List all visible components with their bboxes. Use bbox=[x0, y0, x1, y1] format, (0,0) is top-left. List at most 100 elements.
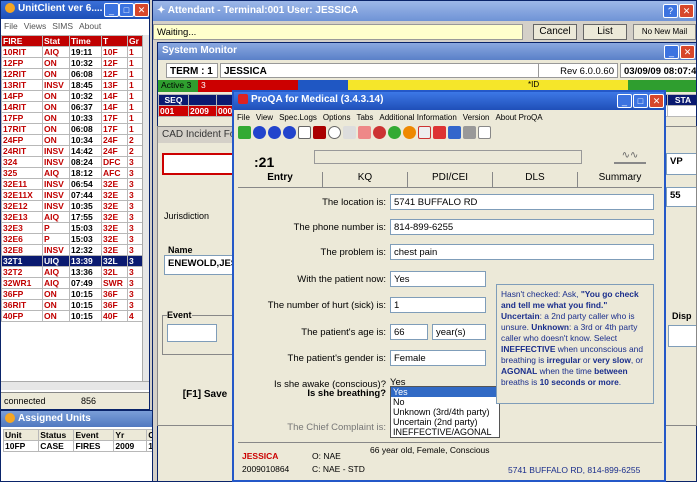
cad-titlebar[interactable]: CAD Incident For bbox=[158, 127, 238, 143]
table-row[interactable]: 17FP ON 10:33 17F 1 bbox=[1, 112, 143, 124]
column-header[interactable]: Stat bbox=[42, 35, 70, 47]
table-row[interactable]: 324 INSV 08:24 DFC 3 bbox=[1, 156, 143, 168]
table-row[interactable]: 32E13 AIQ 17:55 32E 3 bbox=[1, 211, 143, 223]
menu-options[interactable]: Options bbox=[323, 113, 351, 122]
column-header[interactable]: FIRE bbox=[1, 35, 43, 47]
attendant-titlebar[interactable]: ✦ Attendant - Terminal:001 User: JESSICA bbox=[153, 1, 696, 21]
column-header[interactable]: Yr bbox=[113, 429, 148, 441]
tab-summary[interactable]: Summary bbox=[578, 172, 662, 187]
table-row[interactable]: 12RIT ON 06:08 12F 1 bbox=[1, 68, 143, 80]
minimize-icon[interactable]: _ bbox=[617, 94, 632, 108]
table-row[interactable]: 40FP ON 10:15 40F 4 bbox=[1, 310, 143, 322]
f1-save-button[interactable]: [F1] Save bbox=[172, 389, 238, 407]
alert-icon[interactable] bbox=[403, 126, 416, 139]
table-row[interactable]: 32E3 P 15:03 32E 3 bbox=[1, 222, 143, 234]
table-row[interactable]: 14RIT ON 06:37 14F 1 bbox=[1, 101, 143, 113]
book-icon[interactable] bbox=[313, 126, 326, 139]
table-row[interactable]: 32T2 AIQ 13:36 32L 3 bbox=[1, 266, 143, 278]
table-row[interactable]: 24RIT INSV 14:42 24F 2 bbox=[1, 145, 143, 157]
menu-view[interactable]: View bbox=[256, 113, 273, 122]
maximize-icon[interactable]: □ bbox=[119, 3, 134, 17]
breathing-dropdown[interactable]: Yes No Unknown (3rd/4th party) Uncertain… bbox=[390, 386, 500, 438]
cancel-icon[interactable] bbox=[283, 126, 296, 139]
table-row[interactable]: 325 AIQ 18:12 AFC 3 bbox=[1, 167, 143, 179]
table-row[interactable]: 32T1 UIQ 13:39 32L 3 bbox=[1, 255, 143, 267]
table-row[interactable]: 36FP ON 10:15 36F 3 bbox=[1, 288, 143, 300]
age-field[interactable]: 66 bbox=[390, 324, 428, 340]
heart-icon[interactable] bbox=[433, 126, 446, 139]
table-row[interactable]: 32E6 P 15:03 32E 3 bbox=[1, 233, 143, 245]
close-icon[interactable]: ✕ bbox=[134, 3, 149, 17]
menu-file[interactable]: File bbox=[4, 21, 18, 31]
dropdown-option[interactable]: Uncertain (2nd party) bbox=[391, 417, 499, 427]
table-row[interactable]: 32E8 INSV 12:32 32E 3 bbox=[1, 244, 143, 256]
dropdown-option[interactable]: No bbox=[391, 397, 499, 407]
info-icon[interactable] bbox=[268, 126, 281, 139]
asl-icon[interactable] bbox=[478, 126, 491, 139]
tab-pdi-cei[interactable]: PDI/CEI bbox=[408, 172, 493, 187]
pipe-icon[interactable] bbox=[343, 126, 356, 139]
table-row[interactable]: 36RIT ON 10:15 36F 3 bbox=[1, 299, 143, 311]
table-row[interactable]: 17RIT ON 06:08 17F 1 bbox=[1, 123, 143, 135]
close-icon[interactable]: ✕ bbox=[680, 45, 695, 59]
dropdown-option[interactable]: Yes bbox=[391, 387, 499, 397]
person-icon[interactable] bbox=[463, 126, 476, 139]
menu-sims[interactable]: SIMS bbox=[52, 21, 73, 31]
refresh-icon[interactable] bbox=[358, 126, 371, 139]
cancel-button[interactable]: Cancel bbox=[533, 24, 577, 40]
column-header[interactable]: STA bbox=[667, 94, 696, 106]
table-row[interactable]: 32E12 INSV 10:35 32E 3 bbox=[1, 200, 143, 212]
assigned-units-titlebar[interactable]: Assigned Units bbox=[1, 411, 159, 427]
minimize-icon[interactable]: _ bbox=[664, 45, 679, 59]
menu-file[interactable]: File bbox=[237, 113, 250, 122]
table-row[interactable]: 14FP ON 10:32 14F 1 bbox=[1, 90, 143, 102]
maximize-icon[interactable]: □ bbox=[633, 94, 648, 108]
disp-field[interactable] bbox=[668, 325, 696, 347]
column-header[interactable] bbox=[188, 94, 217, 106]
problem-field[interactable]: chest pain bbox=[390, 244, 654, 260]
gender-field[interactable]: Female bbox=[390, 350, 486, 366]
table-row[interactable]: 32E11X INSV 07:44 32E 3 bbox=[1, 189, 143, 201]
check-icon[interactable] bbox=[388, 126, 401, 139]
column-header[interactable]: Event bbox=[73, 429, 115, 441]
menu-version[interactable]: Version bbox=[463, 113, 490, 122]
right-55-field[interactable]: 55 bbox=[666, 187, 696, 207]
system-monitor-titlebar[interactable]: System Monitor bbox=[158, 43, 696, 60]
location-field[interactable]: 5741 BUFFALO RD bbox=[390, 194, 654, 210]
tab-kq[interactable]: KQ bbox=[323, 172, 408, 187]
help-icon[interactable]: ? bbox=[663, 4, 678, 18]
age-unit-field[interactable]: year(s) bbox=[432, 324, 486, 340]
horizontal-scrollbar[interactable] bbox=[1, 381, 149, 390]
vertical-scrollbar[interactable] bbox=[142, 35, 149, 381]
table-row[interactable]: 12FP ON 10:32 12F 1 bbox=[1, 57, 143, 69]
list-button[interactable]: List bbox=[583, 24, 627, 40]
menu-about[interactable]: About ProQA bbox=[495, 113, 542, 122]
globe-icon[interactable] bbox=[373, 126, 386, 139]
close-icon[interactable]: ✕ bbox=[649, 94, 664, 108]
menu-speclogs[interactable]: Spec.Logs bbox=[279, 113, 317, 122]
add-icon[interactable] bbox=[238, 126, 251, 139]
phone-field[interactable]: 814-899-6255 bbox=[390, 219, 654, 235]
column-header[interactable]: Gr bbox=[127, 35, 143, 47]
menu-about[interactable]: About bbox=[79, 21, 101, 31]
table-row[interactable]: 13RIT INSV 18:45 13F 1 bbox=[1, 79, 143, 91]
column-header[interactable]: T bbox=[101, 35, 128, 47]
with-patient-field[interactable]: Yes bbox=[390, 271, 486, 287]
sign-icon[interactable] bbox=[448, 126, 461, 139]
right-vp-field[interactable]: VP bbox=[666, 153, 696, 175]
dropdown-option[interactable]: Unknown (3rd/4th party) bbox=[391, 407, 499, 417]
menu-views[interactable]: Views bbox=[24, 21, 47, 31]
table-row[interactable]: 10FP CASE FIRES 2009 1 bbox=[2, 440, 159, 452]
column-header[interactable]: Time bbox=[69, 35, 102, 47]
tab-entry[interactable]: Entry bbox=[238, 172, 323, 187]
table-row[interactable]: 24FP ON 10:34 24F 2 bbox=[1, 134, 143, 146]
column-header[interactable]: Status bbox=[38, 429, 75, 441]
column-header[interactable]: Unit bbox=[2, 429, 40, 441]
close-icon[interactable]: ✕ bbox=[679, 4, 694, 18]
table-row[interactable]: 32WR1 AIQ 07:49 SWR 3 bbox=[1, 277, 143, 289]
cad-red-field[interactable] bbox=[162, 153, 234, 175]
stop-icon[interactable] bbox=[253, 126, 266, 139]
hurt-field[interactable]: 1 bbox=[390, 297, 486, 313]
menu-additional-info[interactable]: Additional Information bbox=[379, 113, 456, 122]
document-icon[interactable] bbox=[298, 126, 311, 139]
